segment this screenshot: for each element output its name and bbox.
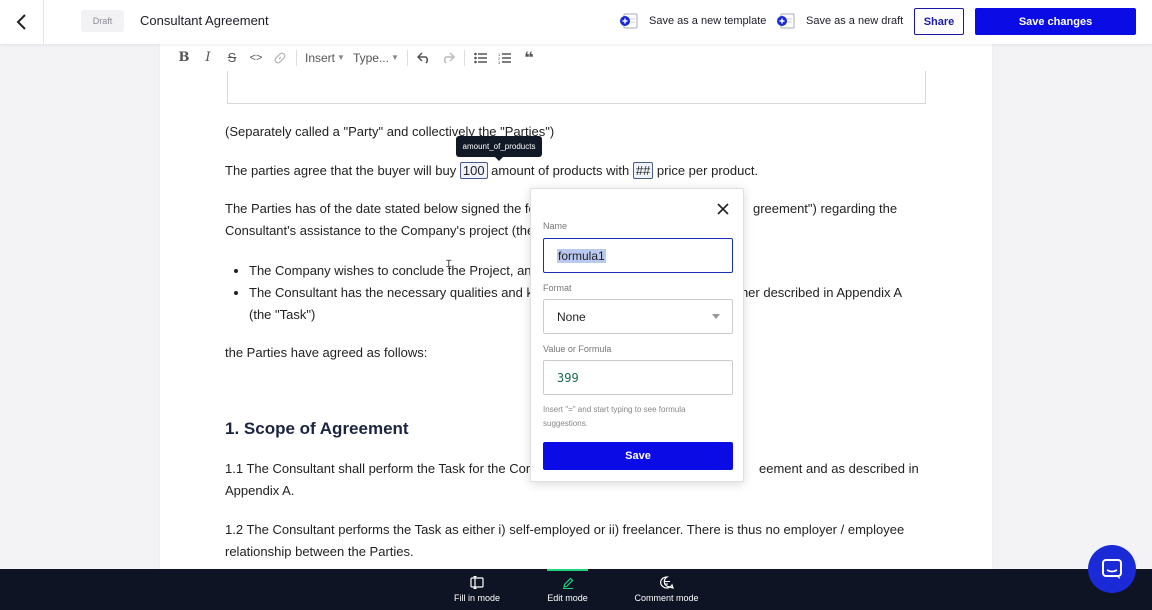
italic-icon: I	[205, 50, 211, 65]
redo-icon	[443, 51, 455, 64]
share-button[interactable]: Share	[914, 8, 964, 35]
field-tooltip: amount_of_products	[456, 136, 542, 161]
svg-text:3: 3	[498, 60, 501, 64]
numbered-list-icon: 123	[498, 52, 511, 64]
editor-toolbar: B I S <> Insert ▼ Type... ▼ 123 ❝	[160, 44, 992, 71]
name-input[interactable]: formula1	[543, 238, 733, 273]
paragraph-text: The Parties has of the date stated below…	[225, 201, 536, 216]
chevron-left-icon	[16, 14, 26, 30]
type-label: Type...	[352, 50, 389, 65]
paragraph-signed-line1: The Parties has of the date stated below…	[225, 198, 536, 220]
bullet-list-icon	[474, 52, 487, 63]
list-item-text: The Consultant has the necessary qualiti…	[249, 285, 534, 300]
save-changes-button[interactable]: Save changes	[975, 8, 1136, 35]
formula-hint: Insert "=" and start typing to see formu…	[543, 405, 686, 428]
close-button[interactable]	[715, 201, 731, 217]
list-item-text: The Company wishes to conclude the Proje…	[249, 263, 539, 278]
save-as-draft-label: Save as a new draft	[806, 15, 904, 27]
name-value: formula1	[557, 248, 606, 263]
paragraph-buy: The parties agree that the buyer will bu…	[225, 160, 758, 182]
draft-badge: Draft	[81, 10, 124, 32]
value-label: Value or Formula	[543, 344, 612, 354]
document-title: Consultant Agreement	[140, 13, 269, 28]
back-button[interactable]	[0, 0, 44, 44]
section-heading: 1. Scope of Agreement	[225, 419, 409, 438]
link-button[interactable]	[268, 47, 292, 69]
caret-down-icon: ▼	[390, 53, 399, 62]
top-bar: Draft Consultant Agreement Save as a new…	[0, 0, 1152, 44]
popup-save-button[interactable]: Save	[543, 442, 733, 470]
name-label: Name	[543, 221, 568, 231]
value-formula-input[interactable]: 399	[543, 360, 733, 395]
comment-mode-label: Comment mode	[634, 593, 699, 603]
paragraph-1-1-line1-end: eement and as described in	[759, 461, 919, 476]
toolbar-divider	[463, 49, 465, 66]
pencil-icon	[562, 577, 573, 589]
toolbar-divider	[296, 49, 297, 66]
italic-button[interactable]: I	[196, 47, 220, 69]
paragraph-signed-line1-end: greement") regarding the	[753, 201, 898, 216]
bold-icon: B	[178, 50, 190, 65]
value-formula-value: 399	[557, 370, 579, 385]
quote-icon: ❝	[524, 49, 534, 67]
code-icon: <>	[249, 51, 263, 64]
field-amount-of-products[interactable]: 100	[459, 162, 488, 179]
insert-dropdown[interactable]: Insert ▼	[301, 51, 349, 65]
paragraph-text: The parties agree that the buyer will bu…	[225, 163, 460, 178]
format-select[interactable]: None	[543, 299, 733, 334]
embedded-box	[227, 71, 926, 104]
bullet-list-button[interactable]	[469, 47, 493, 69]
fill-in-mode-label: Fill in mode	[453, 593, 500, 603]
paragraph-1-2-line2: relationship between the Parties.	[225, 544, 414, 559]
insert-label: Insert	[305, 50, 336, 65]
strikethrough-icon: S	[227, 50, 237, 65]
new-draft-icon	[777, 13, 795, 29]
chat-icon	[1102, 559, 1122, 579]
edit-mode-button[interactable]: Edit mode	[547, 569, 588, 610]
fill-in-icon	[470, 576, 484, 589]
undo-icon	[416, 51, 428, 64]
paragraph-1-1-line2: Appendix A.	[225, 483, 295, 498]
blockquote-button[interactable]: ❝	[517, 47, 541, 69]
comment-mode-button[interactable]: Comment mode	[634, 569, 699, 610]
code-button[interactable]: <>	[244, 47, 268, 69]
paragraph-agreed: the Parties have agreed as follows:	[225, 345, 428, 360]
chat-support-button[interactable]	[1088, 545, 1136, 593]
save-as-draft-button[interactable]: Save as a new draft	[776, 10, 903, 32]
paragraph-text: amount of products with	[487, 163, 633, 178]
format-label: Format	[543, 283, 572, 293]
toolbar-divider	[406, 49, 408, 66]
comment-icon	[659, 576, 674, 589]
list-item-text: (the "Task")	[249, 307, 316, 322]
field-price[interactable]: ##	[632, 162, 654, 179]
format-value: None	[557, 309, 586, 324]
list-item-continuation: rther described in Appendix A	[733, 285, 903, 300]
save-as-template-button[interactable]: Save as a new template	[619, 10, 766, 32]
fill-in-mode-button[interactable]: Fill in mode	[450, 569, 504, 610]
mode-bar: Fill in mode Edit mode Comment mode	[0, 569, 1152, 610]
bold-button[interactable]: B	[172, 47, 196, 69]
undo-button[interactable]	[412, 47, 436, 69]
paragraph-1-1-line1: 1.1 The Consultant shall perform the Tas…	[225, 461, 537, 476]
save-as-template-label: Save as a new template	[649, 15, 767, 27]
paragraph-1-2-line1: 1.2 The Consultant performs the Task as …	[225, 522, 905, 537]
caret-down-icon: ▼	[337, 53, 345, 62]
type-dropdown[interactable]: Type... ▼	[349, 51, 403, 65]
strikethrough-button[interactable]: S	[220, 47, 244, 69]
text-cursor-icon: Ɪ	[446, 259, 452, 270]
paragraph-text: price per product.	[653, 163, 759, 178]
link-icon	[274, 52, 286, 63]
new-template-icon	[620, 13, 638, 29]
close-icon	[717, 203, 729, 215]
chevron-down-icon	[712, 314, 720, 319]
paragraph-signed-line2: Consultant's assistance to the Company's…	[225, 223, 535, 238]
edit-mode-label: Edit mode	[547, 592, 588, 603]
redo-button[interactable]	[436, 47, 460, 69]
numbered-list-button[interactable]: 123	[493, 47, 517, 69]
field-edit-popup: Name formula1 Format None Value or Formu…	[530, 188, 744, 482]
